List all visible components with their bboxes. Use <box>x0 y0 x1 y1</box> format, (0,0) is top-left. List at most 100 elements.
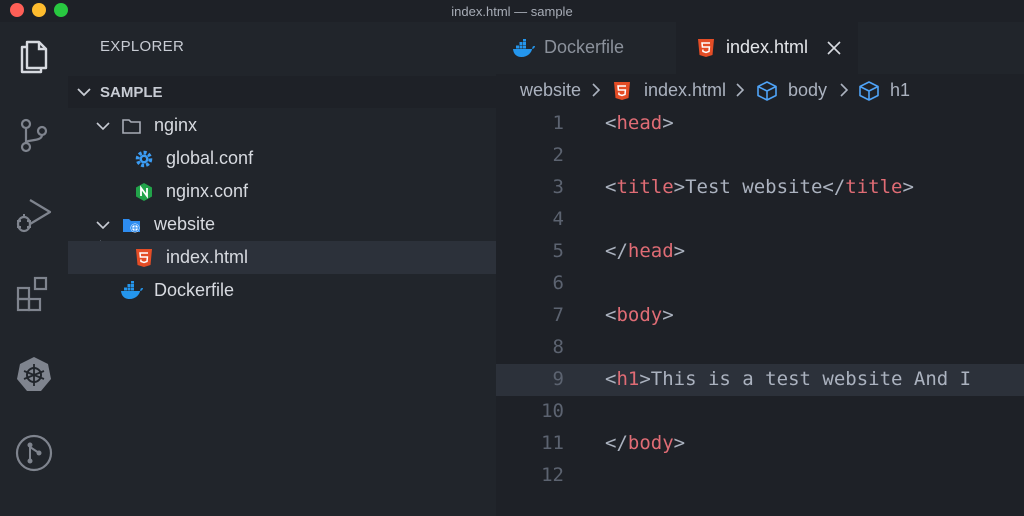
window-controls <box>10 3 68 17</box>
breadcrumb-item-body[interactable]: body <box>788 80 827 101</box>
tree-folder-nginx[interactable]: nginx <box>68 109 496 142</box>
line-number: 9 <box>552 368 564 390</box>
code-text: </body> <box>605 432 685 454</box>
workspace-name: SAMPLE <box>100 83 163 101</box>
editor-tab-bar: Dockerfile index.html <box>496 22 1024 74</box>
explorer-header: EXPLORER <box>100 38 185 55</box>
tab-index-html[interactable]: index.html <box>676 22 858 74</box>
tree-file-index-html[interactable]: index.html <box>68 241 496 274</box>
tree-file-dockerfile[interactable]: Dockerfile <box>68 274 496 307</box>
tree-label: nginx <box>154 115 198 135</box>
code-punct: < <box>605 112 617 134</box>
source-control-icon[interactable] <box>14 115 54 155</box>
code-line: 7 <body> <box>496 300 1024 332</box>
code-line: 11 </body> <box>496 428 1024 460</box>
run-debug-icon[interactable] <box>14 194 54 234</box>
line-number: 8 <box>552 336 564 358</box>
tree-label: website <box>154 214 216 234</box>
code-editor[interactable]: 1 <head> 2 3 <title>Test website</title>… <box>496 108 1024 516</box>
explorer-sidebar: EXPLORER SAMPLE nginx global.conf nginx.… <box>68 22 496 516</box>
code-punct: > <box>902 176 914 198</box>
code-tag: title <box>616 176 674 198</box>
chevron-right-icon <box>592 83 601 97</box>
code-line: 6 <box>496 268 1024 300</box>
code-text: <title>Test website</title> <box>605 176 914 198</box>
cube-icon <box>757 81 777 101</box>
title-bar: index.html — sample <box>0 0 1024 22</box>
nginx-icon <box>136 183 152 201</box>
chevron-down-icon <box>96 122 110 131</box>
html5-icon <box>136 249 152 267</box>
activity-bar <box>0 22 68 516</box>
code-line: 4 <box>496 204 1024 236</box>
chevron-down-icon <box>96 221 110 230</box>
code-line: 3 <title>Test website</title> <box>496 172 1024 204</box>
tree-label: index.html <box>166 247 249 267</box>
folder-open-icon <box>122 119 141 134</box>
line-number: 6 <box>552 272 564 294</box>
tree-label: Dockerfile <box>154 280 235 300</box>
breadcrumb: website index.html body h1 <box>496 74 1024 108</box>
git-graph-icon[interactable] <box>14 433 54 473</box>
chevron-right-icon <box>840 83 849 97</box>
code-punct: > <box>673 176 686 198</box>
files-icon[interactable] <box>14 36 54 76</box>
docker-icon <box>513 39 535 57</box>
code-punct: > <box>673 240 686 262</box>
minimize-window-button[interactable] <box>32 3 46 17</box>
code-punct: </ <box>605 432 628 454</box>
code-tag: head <box>616 112 663 134</box>
tree-file-global-conf[interactable]: global.conf <box>68 142 496 175</box>
html5-icon <box>698 39 714 57</box>
breadcrumb-item-h1[interactable]: h1 <box>890 80 910 101</box>
code-punct: > <box>639 368 651 390</box>
close-window-button[interactable] <box>10 3 24 17</box>
code-line: 8 <box>496 332 1024 364</box>
tab-label: index.html <box>726 37 809 57</box>
close-icon[interactable] <box>826 40 842 56</box>
code-punct: </ <box>822 176 846 198</box>
line-number: 2 <box>552 144 564 166</box>
tab-label: Dockerfile <box>544 37 625 57</box>
breadcrumb-item-website[interactable]: website <box>520 80 581 101</box>
code-content: This is a test website And I <box>650 368 972 390</box>
line-number: 7 <box>552 304 564 326</box>
code-line: 1 <head> <box>496 108 1024 140</box>
code-content: Test website <box>685 176 823 198</box>
code-punct: < <box>605 304 617 326</box>
extensions-icon[interactable] <box>14 274 54 314</box>
line-number: 3 <box>552 176 564 198</box>
breadcrumb-item-index-html[interactable]: index.html <box>644 80 726 101</box>
line-number: 5 <box>552 240 564 262</box>
zoom-window-button[interactable] <box>54 3 68 17</box>
code-line: 5 </head> <box>496 236 1024 268</box>
line-number: 4 <box>552 208 564 230</box>
line-number: 10 <box>541 400 564 422</box>
code-text: <body> <box>605 304 674 326</box>
line-number: 1 <box>552 112 564 134</box>
code-tag: h1 <box>616 368 640 390</box>
gear-icon <box>135 150 153 168</box>
code-line-current: 9 <h1>This is a test website And I <box>496 364 1024 396</box>
code-text: <h1>This is a test website And I <box>605 368 971 390</box>
web-folder-icon <box>123 219 140 233</box>
code-punct: > <box>673 432 686 454</box>
code-punct: </ <box>605 240 628 262</box>
tab-dockerfile[interactable]: Dockerfile <box>496 22 676 74</box>
window-title: index.html — sample <box>451 3 573 19</box>
code-punct: < <box>605 176 617 198</box>
code-text: <head> <box>605 112 674 134</box>
tree-file-nginx-conf[interactable]: nginx.conf <box>68 175 496 208</box>
chevron-down-icon <box>77 88 91 97</box>
tree-folder-website[interactable]: website <box>68 208 496 241</box>
cube-icon <box>859 81 879 101</box>
html5-icon <box>614 82 630 100</box>
line-number: 12 <box>541 464 564 486</box>
code-punct: < <box>605 368 617 390</box>
workspace-section-header[interactable]: SAMPLE <box>68 76 496 108</box>
line-number: 11 <box>541 432 564 454</box>
code-punct: > <box>662 304 674 326</box>
code-line: 10 <box>496 396 1024 428</box>
docker-icon <box>121 281 143 299</box>
kubernetes-icon[interactable] <box>14 354 54 394</box>
